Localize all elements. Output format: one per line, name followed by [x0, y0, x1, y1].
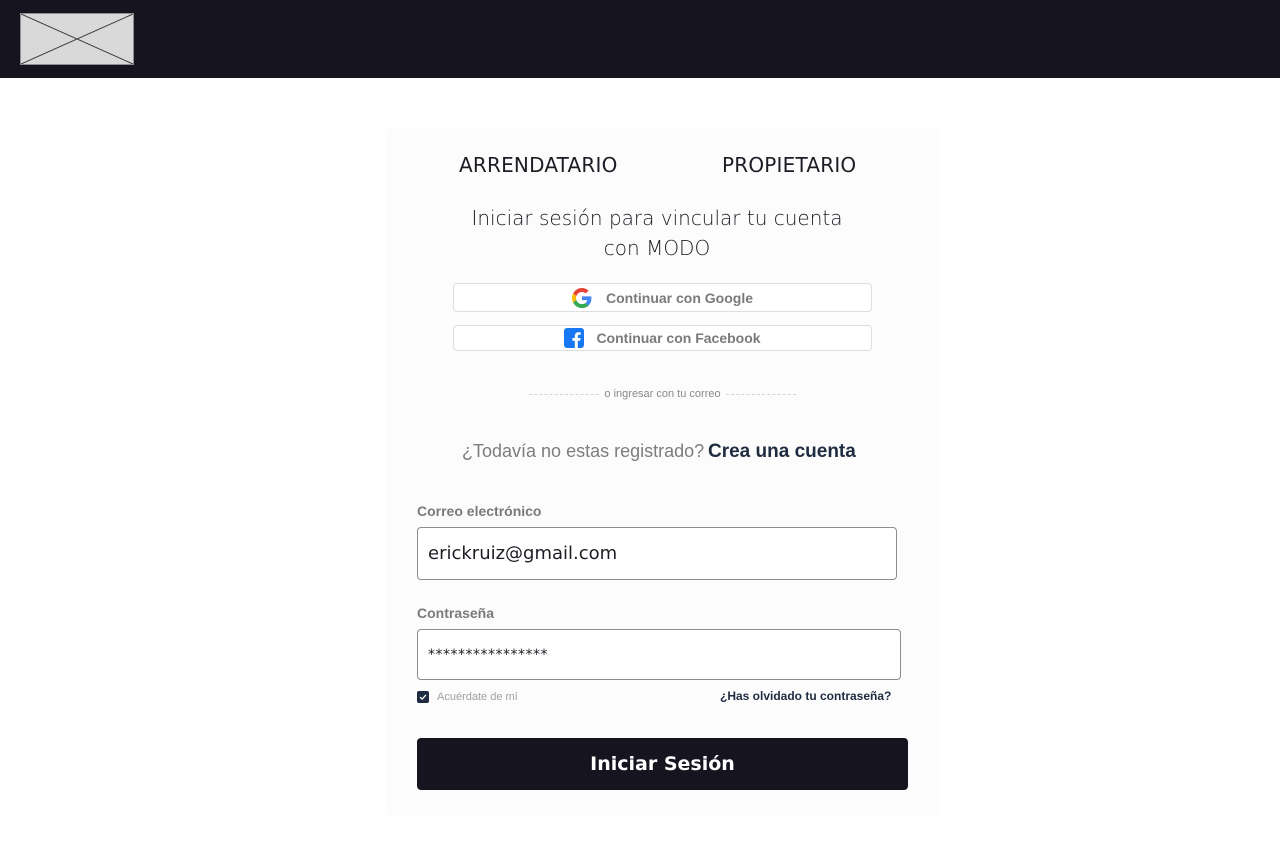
- tab-arrendatario[interactable]: ARRENDATARIO: [459, 153, 618, 177]
- headline-line-2: con MODO: [603, 236, 711, 260]
- forgot-password-link[interactable]: ¿Has olvidado tu contraseña?: [720, 689, 891, 703]
- email-divider: o ingresar con tu correo: [529, 388, 797, 400]
- logo-placeholder-icon[interactable]: [20, 13, 134, 65]
- divider-text: o ingresar con tu correo: [604, 388, 721, 400]
- password-input[interactable]: [417, 629, 901, 680]
- google-icon: [572, 287, 592, 308]
- email-label: Correo electrónico: [417, 503, 542, 519]
- divider-line-left: [529, 393, 600, 395]
- checkbox-checked-icon[interactable]: [417, 691, 429, 703]
- email-input[interactable]: [417, 527, 897, 580]
- register-question: ¿Todavía no estas registrado?: [462, 441, 705, 461]
- remember-me-checkbox[interactable]: Acuérdate de mí: [417, 691, 518, 703]
- divider-line-right: [725, 393, 797, 395]
- login-submit-button[interactable]: Iniciar Sesión: [417, 738, 908, 790]
- top-navbar: [0, 0, 1280, 78]
- facebook-icon: [564, 328, 585, 348]
- google-login-label: Continuar con Google: [606, 289, 753, 306]
- create-account-link[interactable]: Crea una cuenta: [708, 441, 856, 463]
- password-label: Contraseña: [417, 605, 495, 621]
- facebook-login-button[interactable]: Continuar con Facebook: [453, 325, 872, 351]
- login-headline: Iniciar sesión para vincular tu cuenta c…: [440, 203, 874, 263]
- remember-me-label: Acuérdate de mí: [437, 691, 518, 703]
- tab-propietario[interactable]: PROPIETARIO: [722, 153, 856, 177]
- headline-line-1: Iniciar sesión para vincular tu cuenta: [471, 206, 843, 230]
- facebook-login-label: Continuar con Facebook: [596, 330, 761, 346]
- google-login-button[interactable]: Continuar con Google: [453, 283, 872, 312]
